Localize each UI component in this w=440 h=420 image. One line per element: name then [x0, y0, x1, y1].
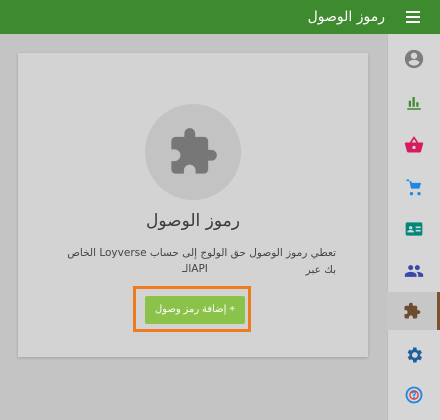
sidebar-item-employees[interactable]: [387, 210, 440, 248]
help-icon: [405, 386, 422, 404]
puzzle-piece-icon: [404, 302, 421, 319]
puzzle-piece-icon: [171, 128, 217, 174]
sidebar-item-customers[interactable]: [387, 252, 440, 290]
card-description-line2: الـAPI: [182, 263, 208, 275]
cart-icon: [406, 179, 421, 196]
sidebar-nav: [387, 34, 440, 420]
sidebar-item-items[interactable]: [387, 168, 440, 206]
sidebar-item-sales[interactable]: [387, 126, 440, 164]
puzzle-piece-icon-circle: [145, 104, 241, 200]
account-circle-icon: [404, 49, 423, 69]
access-tokens-card: رموز الوصول تعطي رموز الوصول حق الولوج إ…: [18, 53, 368, 357]
page-title: رموز الوصول: [307, 9, 385, 25]
sidebar-item-settings[interactable]: [387, 336, 440, 374]
sidebar-item-account[interactable]: [387, 40, 440, 78]
id-card-icon: [405, 222, 422, 236]
basket-icon: [404, 136, 423, 153]
sidebar-item-help[interactable]: [387, 376, 440, 414]
sidebar-item-integrations[interactable]: [387, 292, 440, 330]
top-app-bar: رموز الوصول: [0, 0, 440, 34]
card-heading: رموز الوصول: [146, 211, 240, 231]
people-icon: [404, 265, 423, 277]
bar-chart-icon: [406, 97, 421, 110]
hamburger-menu-icon[interactable]: [406, 10, 422, 24]
gear-icon: [407, 347, 422, 363]
sidebar-item-reports[interactable]: [387, 84, 440, 122]
add-access-token-button[interactable]: + إضافة رمز وصول: [145, 296, 245, 324]
